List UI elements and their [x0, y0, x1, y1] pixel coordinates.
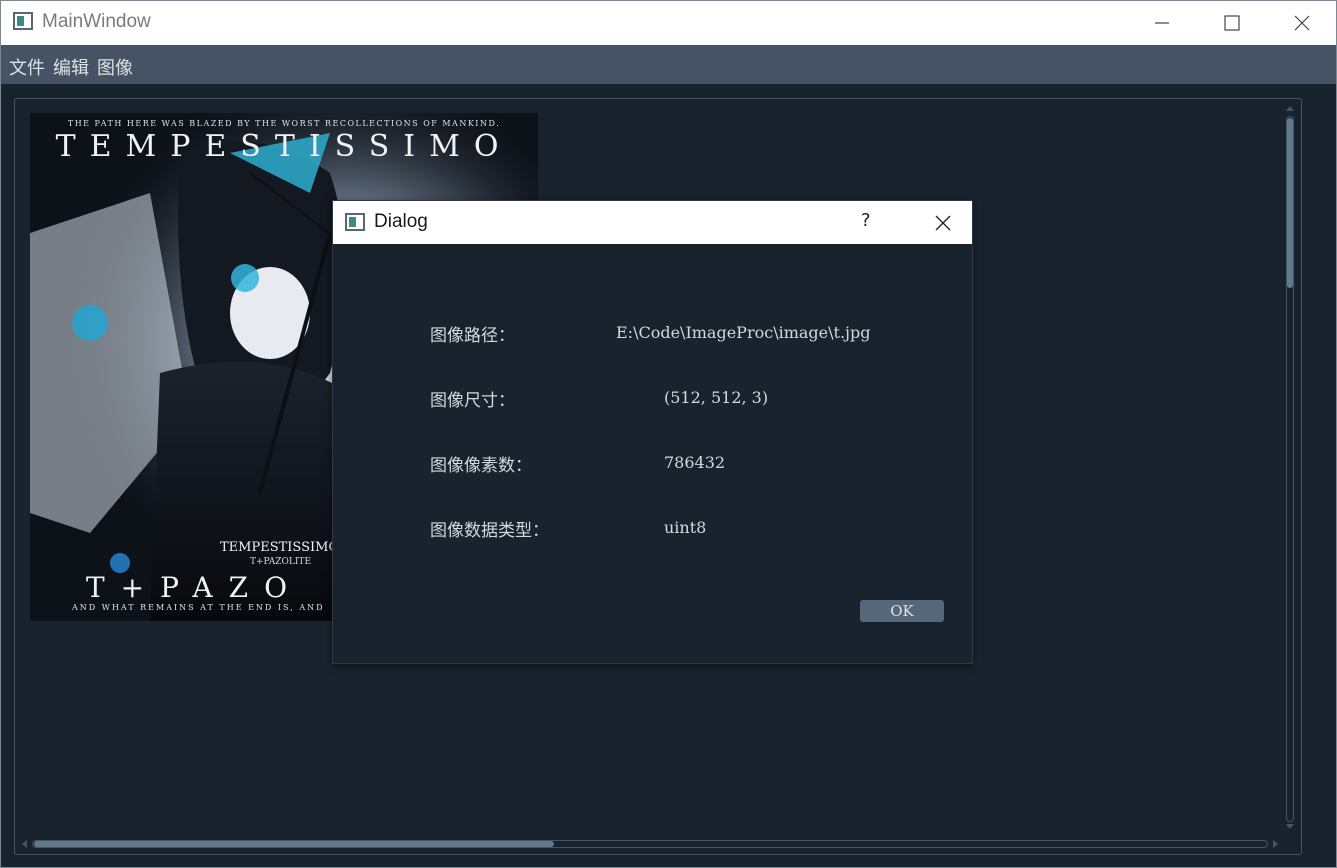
- image-info-dialog: Dialog ? 图像路径： E:\Code\ImageProc\image\t…: [332, 200, 973, 664]
- minimize-button[interactable]: [1127, 1, 1197, 45]
- dialog-title: Dialog: [374, 211, 428, 232]
- help-button[interactable]: ?: [861, 210, 871, 231]
- pixel-count-value: 786432: [664, 453, 726, 472]
- menu-edit[interactable]: 编辑: [53, 54, 89, 80]
- close-icon: [935, 215, 951, 230]
- app-icon: [13, 12, 33, 30]
- dialog-titlebar[interactable]: Dialog ?: [333, 201, 972, 244]
- scroll-right-arrow-icon[interactable]: [1273, 840, 1278, 848]
- cover-artist-large: T+PAZO: [86, 571, 304, 604]
- cover-bottom-caption: AND WHAT REMAINS AT THE END IS, AND: [72, 603, 325, 612]
- image-path-label: 图像路径：: [430, 326, 515, 346]
- dtype-value: uint8: [664, 518, 707, 537]
- image-size-label: 图像尺寸：: [430, 391, 515, 411]
- menu-image[interactable]: 图像: [97, 54, 133, 80]
- cover-subtitle: TEMPESTISSIMO: [220, 540, 340, 555]
- horizontal-scrollbar[interactable]: [20, 837, 1284, 851]
- horizontal-scroll-thumb[interactable]: [34, 841, 554, 847]
- main-window: MainWindow 文件 编辑 图像 THE PATH HERE WAS BL…: [0, 0, 1337, 868]
- maximize-icon: [1224, 15, 1240, 31]
- pixel-count-label: 图像像素数：: [430, 456, 532, 476]
- vertical-scrollbar[interactable]: [1283, 104, 1297, 834]
- dtype-label: 图像数据类型：: [430, 521, 549, 541]
- cover-artist-small: T+PAZOLITE: [250, 557, 312, 567]
- scroll-up-arrow-icon[interactable]: [1286, 106, 1294, 111]
- minimize-icon: [1155, 22, 1169, 24]
- vertical-scroll-thumb[interactable]: [1287, 118, 1293, 288]
- image-path-value: E:\Code\ImageProc\image\t.jpg: [616, 323, 871, 342]
- menu-bar: 文件 编辑 图像: [1, 45, 1336, 84]
- cover-title: TEMPESTISSIMO: [55, 129, 513, 164]
- maximize-button[interactable]: [1197, 1, 1267, 45]
- window-titlebar[interactable]: MainWindow: [1, 1, 1336, 45]
- window-title: MainWindow: [42, 11, 151, 32]
- close-button[interactable]: [1267, 1, 1337, 45]
- cover-top-caption: THE PATH HERE WAS BLAZED BY THE WORST RE…: [67, 119, 501, 128]
- ok-button[interactable]: OK: [860, 600, 944, 622]
- menu-file[interactable]: 文件: [9, 54, 45, 80]
- image-size-value: (512, 512, 3): [664, 388, 769, 407]
- scroll-left-arrow-icon[interactable]: [22, 840, 27, 848]
- scroll-down-arrow-icon[interactable]: [1286, 824, 1294, 829]
- close-icon: [1294, 15, 1310, 31]
- dialog-app-icon: [345, 213, 365, 231]
- dialog-close-button[interactable]: [913, 201, 973, 244]
